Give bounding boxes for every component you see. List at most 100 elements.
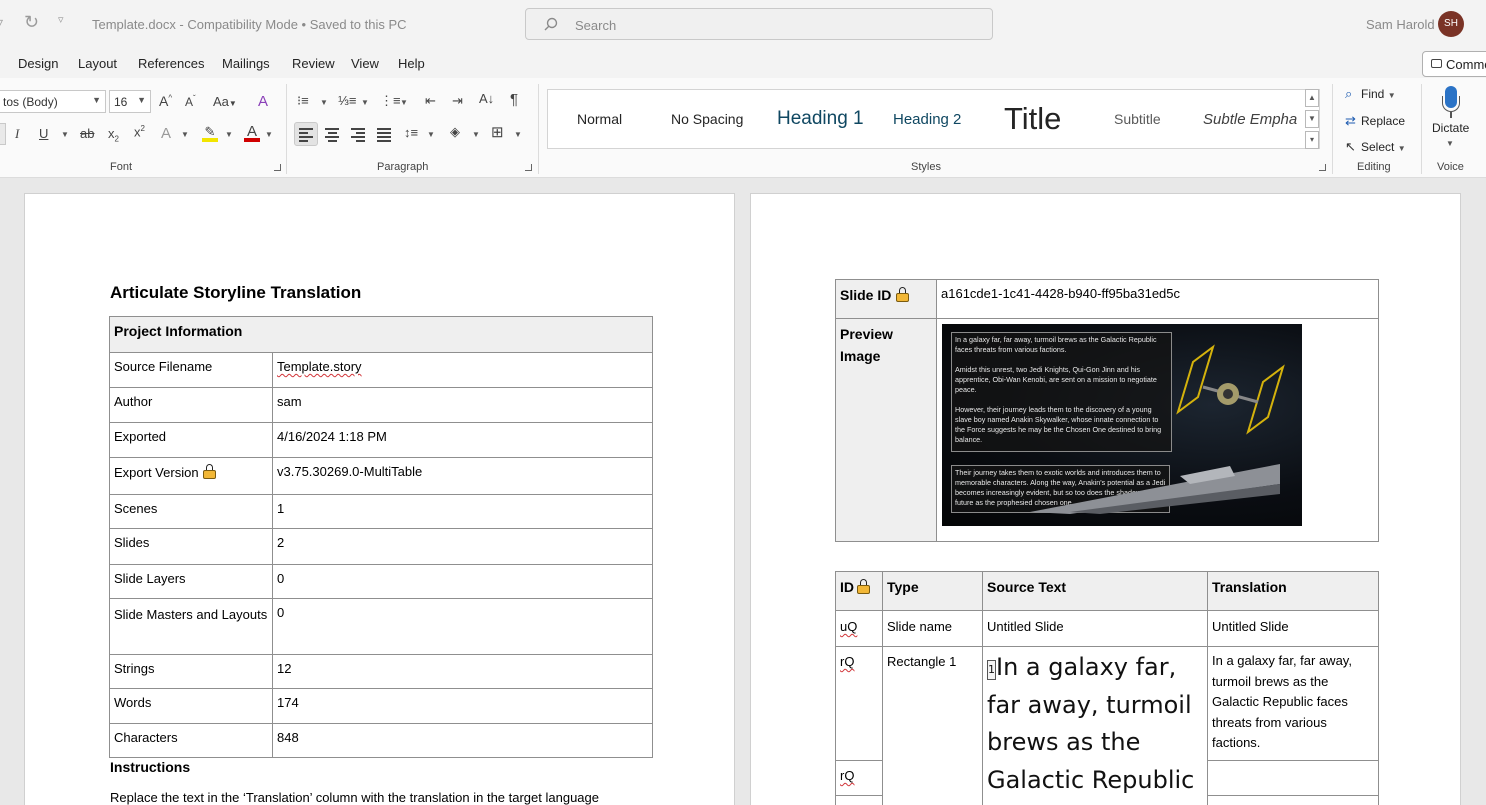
bullets-icon[interactable]: ⁝≡	[297, 93, 309, 109]
chevron-down-icon[interactable]: ▼	[265, 130, 273, 139]
search-box[interactable]: Search	[525, 8, 993, 40]
style-subtitle[interactable]: Subtitle	[1114, 90, 1161, 148]
user-name[interactable]: Sam Harold	[1366, 17, 1435, 32]
tab-help[interactable]: Help	[398, 56, 425, 71]
slide-id-value[interactable]: a161cde1-1c41-4428-b940-ff95ba31ed5c	[936, 279, 1379, 319]
ribbon-tabs: Design Layout References Mailings Review…	[0, 48, 1486, 78]
avatar[interactable]: SH	[1438, 11, 1464, 37]
row-value[interactable]: Template.story	[272, 352, 653, 388]
style-subtle-emphasis[interactable]: Subtle Empha	[1203, 90, 1306, 148]
chevron-down-icon[interactable]: ▼	[61, 130, 69, 139]
underline-icon[interactable]: U	[39, 126, 48, 141]
microphone-icon[interactable]	[1441, 86, 1461, 120]
align-left-icon	[299, 128, 313, 142]
comments-button[interactable]: Comme	[1422, 51, 1486, 77]
chevron-down-icon[interactable]: ▼	[320, 98, 328, 107]
string-translation[interactable]	[1207, 760, 1379, 796]
bold-icon[interactable]	[0, 123, 6, 145]
superscript-icon[interactable]: x2	[134, 124, 145, 139]
style-heading-1[interactable]: Heading 1	[777, 90, 864, 148]
grow-font-icon[interactable]: A^	[159, 93, 172, 109]
customize-quick-access-icon[interactable]: ▿	[58, 13, 64, 26]
string-translation[interactable]: In a galaxy far, far away, turmoil brews…	[1207, 646, 1379, 761]
clear-formatting-icon[interactable]: A	[258, 93, 268, 110]
project-info-table: Project Information Source Filename Temp…	[109, 316, 653, 758]
italic-icon[interactable]: I	[15, 126, 19, 142]
row-value[interactable]: 0	[272, 598, 653, 655]
align-right-icon[interactable]	[351, 128, 365, 142]
chevron-down-icon[interactable]: ▼	[225, 130, 233, 139]
row-value[interactable]: 12	[272, 654, 653, 689]
style-heading-2[interactable]: Heading 2	[893, 90, 961, 148]
style-title[interactable]: Title	[1004, 90, 1061, 148]
chevron-down-icon[interactable]: ▼	[361, 98, 369, 107]
change-case-icon[interactable]: Aa▼	[213, 94, 237, 109]
table-row: Words 174	[109, 688, 653, 724]
font-dialog-launcher-icon[interactable]	[274, 164, 281, 171]
row-value[interactable]: 174	[272, 688, 653, 724]
strikethrough-icon[interactable]: ab	[80, 126, 94, 141]
tab-view[interactable]: View	[351, 56, 379, 71]
string-source: 1In a galaxy far, far away, turmoil brew…	[982, 646, 1208, 805]
font-color-icon[interactable]: A	[244, 123, 260, 142]
row-label: Author	[109, 387, 273, 423]
font-name-box[interactable]: tos (Body) ▼	[0, 90, 106, 113]
decrease-indent-icon[interactable]: ⇤	[425, 93, 436, 109]
justify-icon[interactable]	[377, 128, 391, 142]
text-effects-icon[interactable]: A	[161, 125, 171, 142]
shrink-font-icon[interactable]: Aˇ	[185, 94, 196, 109]
redo-icon[interactable]: ↻	[24, 12, 39, 33]
chevron-down-icon[interactable]: ▼	[1446, 139, 1454, 148]
row-value[interactable]: v3.75.30269.0-MultiTable	[272, 457, 653, 495]
tab-layout[interactable]: Layout	[78, 56, 117, 71]
tab-mailings[interactable]: Mailings	[222, 56, 270, 71]
tab-review[interactable]: Review	[292, 56, 335, 71]
styles-dialog-launcher-icon[interactable]	[1319, 164, 1326, 171]
row-value[interactable]: 1	[272, 494, 653, 529]
font-size-box[interactable]: 16 ▼	[109, 90, 151, 113]
tab-design[interactable]: Design	[18, 56, 58, 71]
subscript-icon[interactable]: x2	[108, 126, 119, 144]
show-formatting-icon[interactable]: ¶	[510, 91, 518, 108]
sort-icon[interactable]: A↓	[479, 91, 494, 106]
chevron-down-icon[interactable]: ▼	[472, 130, 480, 139]
string-translation[interactable]	[1207, 795, 1379, 805]
replace-button[interactable]: ⇄ Replace	[1345, 113, 1405, 129]
style-no-spacing[interactable]: No Spacing	[671, 90, 743, 148]
shading-icon[interactable]: ◈	[450, 124, 460, 140]
row-value[interactable]: 0	[272, 564, 653, 599]
font-name-value: tos (Body)	[3, 95, 58, 109]
chevron-down-icon[interactable]: ▼	[514, 130, 522, 139]
tie-fighter-graphic	[1176, 344, 1285, 435]
undo-dropdown-icon[interactable]: ▿	[0, 14, 3, 31]
preview-image[interactable]: In a galaxy far, far away, turmoil brews…	[942, 324, 1302, 526]
find-button[interactable]: ⌕ Find ▼	[1345, 86, 1396, 102]
instructions-text[interactable]: Replace the text in the ‘Translation’ co…	[110, 790, 599, 805]
chevron-down-icon[interactable]: ▼	[181, 130, 189, 139]
gallery-more-icon[interactable]: ▾	[1305, 131, 1319, 149]
highlight-icon[interactable]: ✎	[202, 124, 218, 142]
dictate-button[interactable]: Dictate	[1432, 121, 1469, 135]
gallery-scroll-up-icon[interactable]: ▲	[1305, 89, 1319, 107]
search-icon: ⌕	[1345, 86, 1353, 101]
string-translation[interactable]: Untitled Slide	[1207, 610, 1379, 647]
style-normal[interactable]: Normal	[577, 90, 622, 148]
row-value[interactable]: 4/16/2024 1:18 PM	[272, 422, 653, 458]
multilevel-list-icon[interactable]: ⋮≡	[380, 93, 401, 109]
gallery-scroll-down-icon[interactable]: ▼	[1305, 110, 1319, 128]
row-value[interactable]: 2	[272, 528, 653, 565]
row-value[interactable]: 848	[272, 723, 653, 758]
chevron-down-icon[interactable]: ▼	[427, 130, 435, 139]
numbering-icon[interactable]: ⅓≡	[338, 93, 356, 108]
chevron-down-icon[interactable]: ▼	[400, 98, 408, 107]
borders-icon[interactable]: ⊞	[491, 123, 504, 141]
lock-icon	[202, 464, 216, 479]
increase-indent-icon[interactable]: ⇥	[452, 93, 463, 109]
table-row: Slides 2	[109, 528, 653, 565]
align-center-icon[interactable]	[325, 128, 339, 142]
line-spacing-icon[interactable]: ↕≡	[404, 125, 418, 140]
tab-references[interactable]: References	[138, 56, 204, 71]
row-value[interactable]: sam	[272, 387, 653, 423]
select-button[interactable]: ↖ Select ▼	[1345, 139, 1406, 155]
paragraph-dialog-launcher-icon[interactable]	[525, 164, 532, 171]
